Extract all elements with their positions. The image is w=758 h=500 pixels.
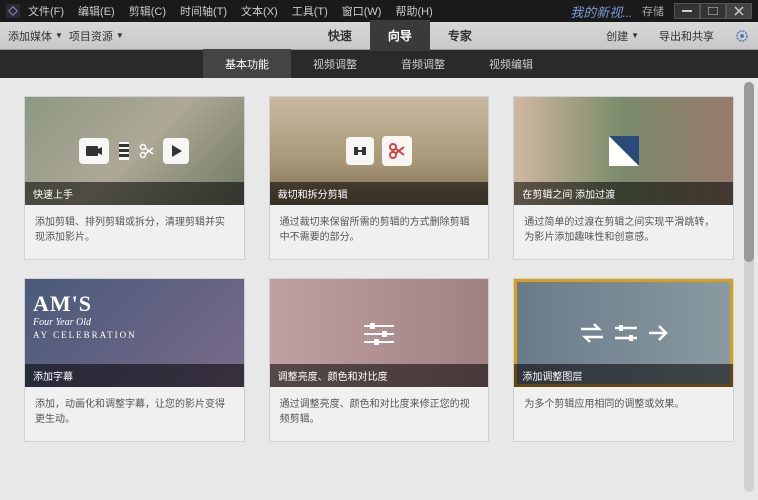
card-description: 为多个剪辑应用相同的调整或效果。 (514, 387, 733, 439)
minimize-button[interactable] (674, 3, 700, 19)
card-caption: 在剪辑之间 添加过渡 (514, 182, 733, 205)
camera-icon (79, 138, 109, 164)
project-assets-dropdown[interactable]: 项目资源▼ (69, 28, 124, 44)
swap-icon (579, 322, 605, 344)
card-caption: 添加字幕 (25, 364, 244, 387)
subtab-audio-adjust[interactable]: 音频调整 (379, 49, 467, 79)
close-button[interactable] (726, 3, 752, 19)
card-description: 添加剪辑、排列剪辑或拆分，清理剪辑并实现添加影片。 (25, 205, 244, 259)
sliders-icon (613, 322, 639, 344)
transition-icon (609, 136, 639, 166)
trim-icon (346, 137, 374, 165)
menu-help[interactable]: 帮助(H) (395, 3, 432, 19)
card-caption: 快速上手 (25, 182, 244, 205)
export-share-button[interactable]: 导出和共享 (659, 28, 714, 44)
guide-card-trim-split[interactable]: 裁切和拆分剪辑 通过裁切来保留所需的剪辑的方式删除剪辑中不需要的部分。 (269, 96, 490, 260)
card-description: 添加，动画化和调整字幕，让您的影片变得更生动。 (25, 387, 244, 441)
menu-tools[interactable]: 工具(T) (292, 3, 328, 19)
guide-card-brightness-color[interactable]: 调整亮度、颜色和对比度 通过调整亮度、颜色和对比度来修正您的视频剪辑。 (269, 278, 490, 442)
chevron-down-icon: ▼ (55, 31, 63, 40)
card-description: 通过简单的过渡在剪辑之间实现平滑跳转，为影片添加趣味性和创意感。 (514, 205, 733, 259)
maximize-button[interactable] (700, 3, 726, 19)
guide-card-transitions[interactable]: 在剪辑之间 添加过渡 通过简单的过渡在剪辑之间实现平滑跳转，为影片添加趣味性和创… (513, 96, 734, 260)
mode-tab-expert[interactable]: 专家 (430, 20, 490, 51)
arrow-right-icon (647, 324, 669, 342)
guide-card-titles[interactable]: AM'S Four Year Old AY CELEBRATION 添加字幕 添… (24, 278, 245, 442)
gear-icon[interactable] (734, 28, 750, 44)
mode-tab-guided[interactable]: 向导 (370, 20, 430, 51)
menu-clip[interactable]: 剪辑(C) (129, 3, 166, 19)
menu-window[interactable]: 窗口(W) (342, 3, 382, 19)
menu-file[interactable]: 文件(F) (28, 3, 64, 19)
sliders-icon (362, 320, 396, 346)
scissors-icon (382, 136, 412, 166)
chevron-down-icon: ▼ (631, 31, 639, 40)
save-button[interactable]: 存储 (642, 3, 664, 19)
create-dropdown[interactable]: 创建▼ (606, 28, 639, 44)
mode-tab-quick[interactable]: 快速 (310, 20, 370, 51)
menu-edit[interactable]: 编辑(E) (78, 3, 115, 19)
scroll-thumb[interactable] (744, 82, 754, 262)
subtab-video-edit[interactable]: 视频编辑 (467, 49, 555, 79)
subtab-basic[interactable]: 基本功能 (203, 49, 291, 79)
card-caption: 裁切和拆分剪辑 (270, 182, 489, 205)
app-logo (6, 4, 20, 18)
menu-bar: 文件(F) 编辑(E) 剪辑(C) 时间轴(T) 文本(X) 工具(T) 窗口(… (28, 3, 433, 19)
card-caption: 添加调整图层 (514, 364, 733, 387)
play-icon (163, 138, 189, 164)
subtab-video-adjust[interactable]: 视频调整 (291, 49, 379, 79)
filmstrip-icon (117, 142, 131, 160)
card-description: 通过调整亮度、颜色和对比度来修正您的视频剪辑。 (270, 387, 489, 441)
card-description: 通过裁切来保留所需的剪辑的方式删除剪辑中不需要的部分。 (270, 205, 489, 259)
card-caption: 调整亮度、颜色和对比度 (270, 364, 489, 387)
chevron-down-icon: ▼ (116, 31, 124, 40)
scrollbar[interactable] (744, 82, 754, 492)
menu-text[interactable]: 文本(X) (241, 3, 278, 19)
menu-timeline[interactable]: 时间轴(T) (180, 3, 227, 19)
add-media-dropdown[interactable]: 添加媒体▼ (8, 28, 63, 44)
scissors-icon (139, 143, 155, 159)
project-title: 我的新视... (570, 2, 632, 21)
guide-card-quickstart[interactable]: 快速上手 添加剪辑、排列剪辑或拆分，清理剪辑并实现添加影片。 (24, 96, 245, 260)
guide-card-adjustment-layer[interactable]: 添加调整图层 为多个剪辑应用相同的调整或效果。 (513, 278, 734, 442)
